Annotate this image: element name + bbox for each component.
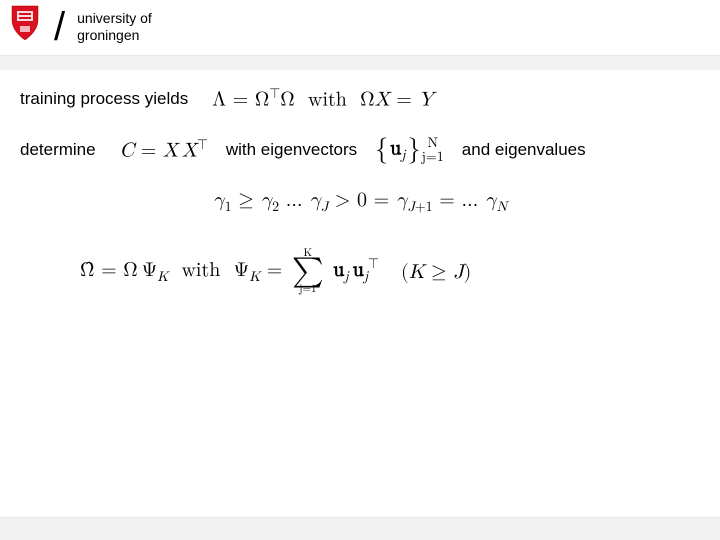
university-name: university of groningen bbox=[77, 10, 152, 42]
slide-content: training process yields Λ = Ω⊤Ω with ΩX … bbox=[20, 85, 700, 315]
eq-eigset: { uj } N j=1 bbox=[375, 132, 444, 168]
university-line1: university of bbox=[77, 10, 152, 26]
footer-bar bbox=[0, 517, 720, 540]
line-gammas: γ1 ≥ γ2 … γJ > 0 = γJ+1 = … γN bbox=[20, 186, 700, 218]
line-omegahat: Ω̂ = Ω ΨK with ΨK = K ∑ j=1 uj uj⊤ (K ≥ … bbox=[80, 246, 700, 298]
sum-lower: j=1 bbox=[299, 282, 316, 297]
text-with-eigv: with eigenvectors bbox=[226, 138, 357, 162]
eq-c: C = X X⊤ bbox=[120, 136, 208, 165]
text-determine: determine bbox=[20, 138, 96, 162]
header-slash-icon: / bbox=[54, 7, 65, 47]
line-training: training process yields Λ = Ω⊤Ω with ΩX … bbox=[20, 85, 700, 114]
line-determine: determine C = X X⊤ with eigenvectors { u… bbox=[20, 132, 700, 168]
eq-gammas: γ1 ≥ γ2 … γJ > 0 = γJ+1 = … γN bbox=[213, 186, 507, 218]
eq-omegahat: Ω̂ = Ω ΨK with ΨK = K ∑ j=1 uj uj⊤ (K ≥ … bbox=[80, 246, 471, 298]
set-lower: j=1 bbox=[422, 150, 444, 164]
university-line2: groningen bbox=[77, 27, 139, 43]
university-crest-icon bbox=[8, 4, 42, 49]
top-bar bbox=[0, 55, 720, 70]
set-upper: N bbox=[427, 136, 438, 150]
eq-lambda: Λ = Ω⊤Ω with ΩX = Y bbox=[212, 85, 433, 114]
text-training: training process yields bbox=[20, 87, 188, 111]
text-and-eigvals: and eigenvalues bbox=[462, 138, 586, 162]
sigma-icon: ∑ bbox=[292, 261, 324, 282]
header: / university of groningen bbox=[8, 4, 152, 49]
